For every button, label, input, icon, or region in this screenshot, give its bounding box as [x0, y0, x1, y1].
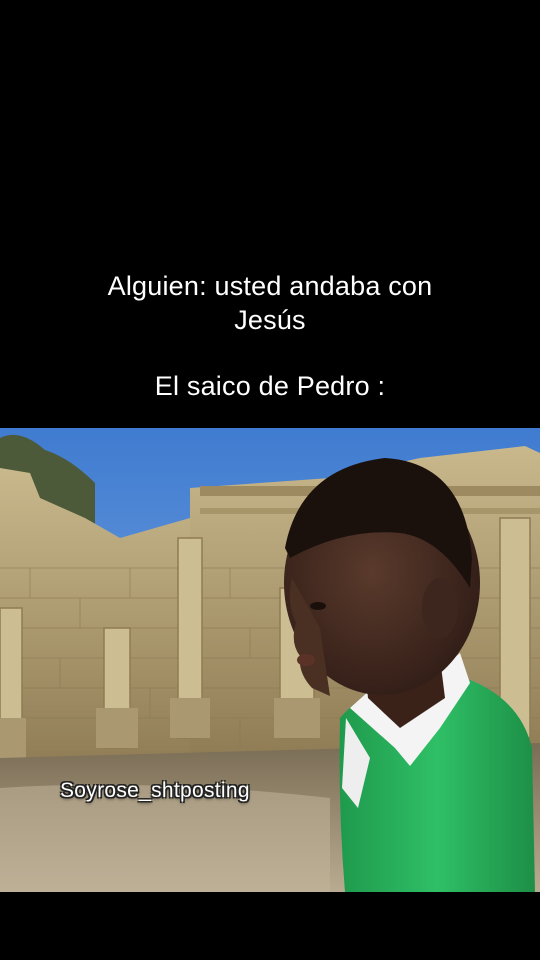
caption-line-2: Jesús — [234, 305, 306, 335]
watermark-username: Soyrose_shtposting — [60, 779, 250, 802]
caption-punchline: El saico de Pedro : — [154, 371, 386, 401]
caption-line-1: Alguien: usted andaba con — [107, 271, 433, 301]
meme-photo — [0, 428, 540, 892]
ruins-and-boy-photo — [0, 428, 540, 892]
video-frame: Alguien: usted andaba con Jesús El saico… — [0, 0, 540, 960]
caption-text: Alguien: usted andaba con Jesús — [0, 269, 540, 337]
